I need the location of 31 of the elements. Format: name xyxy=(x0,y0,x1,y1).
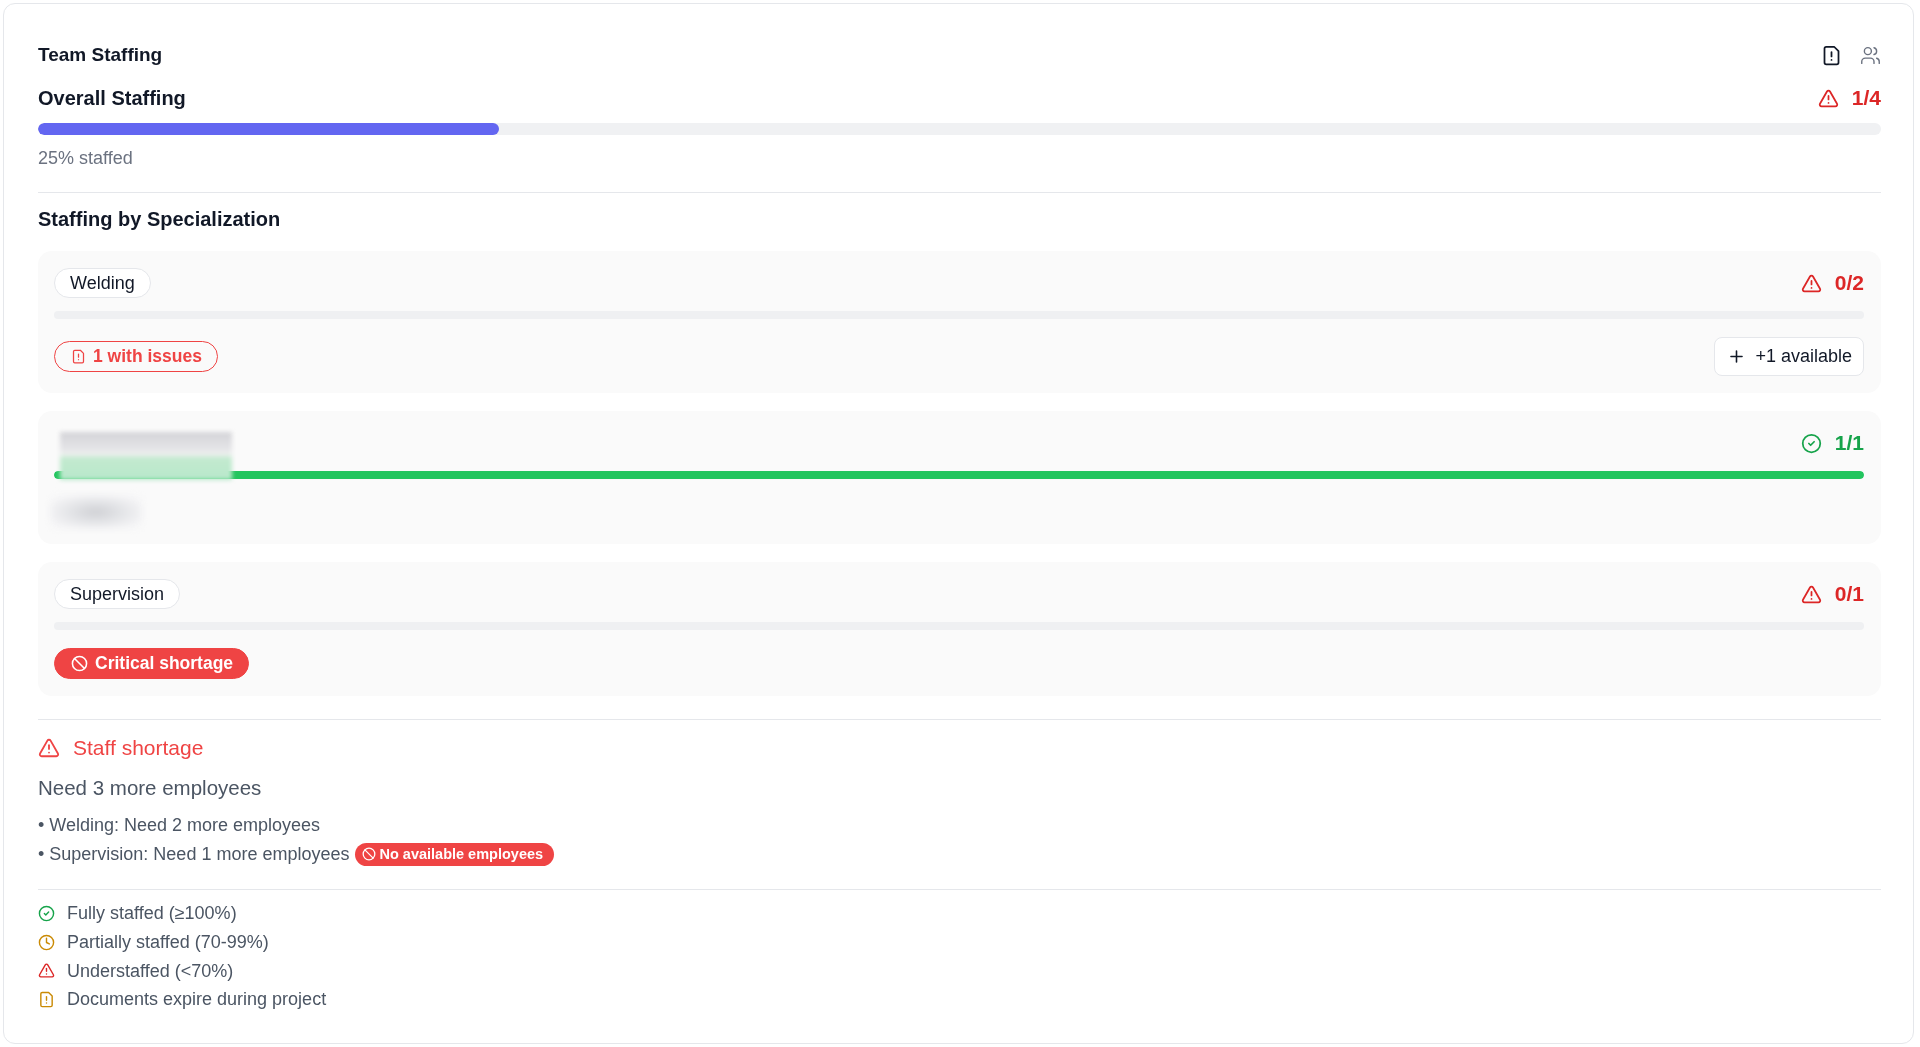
check-circle-icon xyxy=(38,904,55,922)
legend-label: Fully staffed (≥100%) xyxy=(67,902,237,926)
shortage-item: • Supervision: Need 1 more employees xyxy=(38,843,350,866)
specialization-tag: Welding xyxy=(54,268,151,298)
section-title: Overall Staffing xyxy=(38,86,186,111)
legend-label: Understaffed (<70%) xyxy=(67,959,234,983)
warning-icon xyxy=(38,737,60,759)
staff-count: 0/2 xyxy=(1834,270,1864,296)
panel-title: Team Staffing xyxy=(38,43,163,67)
legend-label: Partially staffed (70-99%) xyxy=(67,931,269,955)
specialization-tag: Supervision xyxy=(54,579,181,609)
staff-count: 0/1 xyxy=(1834,581,1864,607)
section-title: Staffing by Specialization xyxy=(38,207,282,232)
clock-icon xyxy=(38,933,55,951)
critical-chip: Critical shortage xyxy=(54,648,250,679)
ban-icon xyxy=(71,655,88,672)
legend-label: Documents expire during project xyxy=(67,988,327,1012)
file-alert-icon xyxy=(38,990,55,1008)
no-available-badge: No available employees xyxy=(355,842,555,866)
alert-title: Staff shortage xyxy=(73,735,204,761)
warning-icon xyxy=(38,962,55,980)
available-button[interactable]: +1 available xyxy=(1714,337,1864,376)
shortage-item: • Welding: Need 2 more employees xyxy=(38,814,321,837)
file-alert-icon xyxy=(71,349,86,364)
people-icon[interactable] xyxy=(1860,44,1881,66)
staff-count: 1/4 xyxy=(1851,85,1881,111)
file-alert-icon[interactable] xyxy=(1821,44,1842,66)
staff-count: 1/1 xyxy=(1834,430,1864,456)
alert-summary: Need 3 more employees xyxy=(38,775,263,801)
staffed-caption: 25% staffed xyxy=(38,147,134,169)
ban-icon xyxy=(362,847,377,861)
